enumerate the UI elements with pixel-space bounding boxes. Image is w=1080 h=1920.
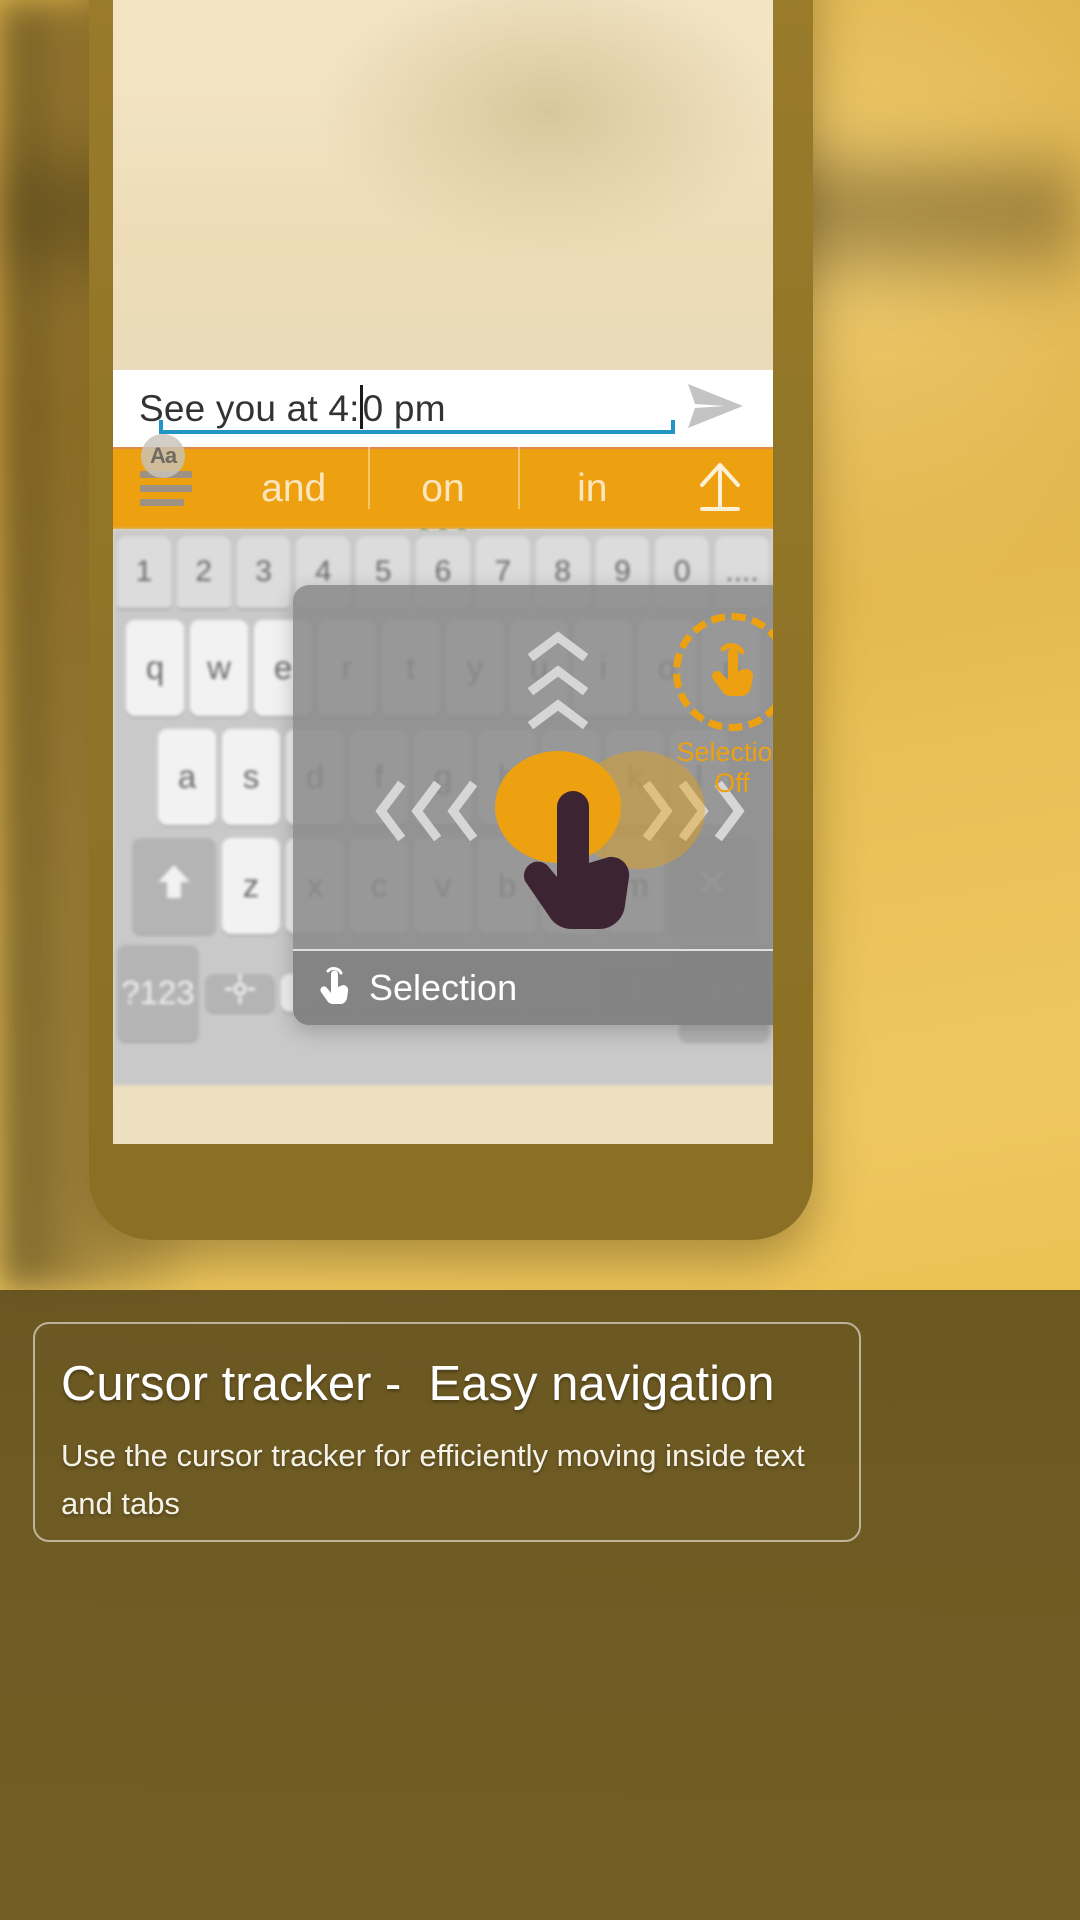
- tap-hand-icon: [703, 639, 761, 706]
- caption-title: Cursor tracker - Easy navigation: [61, 1357, 775, 1411]
- text-input-bar[interactable]: See you at 4: 0 pm: [113, 370, 773, 447]
- key-a[interactable]: a: [158, 729, 216, 825]
- text-caret: [359, 384, 363, 429]
- shift-key[interactable]: [132, 838, 216, 934]
- key-s[interactable]: s: [222, 729, 280, 825]
- chevron-left-icon: [375, 781, 406, 841]
- symbols-key[interactable]: ?123: [116, 945, 199, 1041]
- suggestion-item-2[interactable]: in: [517, 447, 667, 511]
- caption-card: Cursor tracker - Easy navigation Use the…: [33, 1322, 861, 1542]
- screenshot-root: See you at 4: 0 pm Aa and on in 1 2 3 4 …: [0, 0, 1080, 1920]
- cursor-left-chevrons[interactable]: [373, 781, 479, 841]
- key-q[interactable]: q: [126, 620, 184, 716]
- suggestion-item-0[interactable]: and: [219, 467, 368, 511]
- phone-screen: See you at 4: 0 pm Aa and on in 1 2 3 4 …: [113, 0, 773, 1144]
- tap-hand-icon: [317, 964, 351, 1013]
- send-button[interactable]: [681, 380, 751, 438]
- input-text-before-caret: See you at 4:: [139, 387, 360, 429]
- arrow-up-bar-icon: [694, 459, 746, 520]
- key-w[interactable]: w: [190, 620, 248, 716]
- selection-badge-circle: [673, 613, 773, 731]
- suggestion-label: in: [577, 467, 608, 510]
- send-paper-plane-icon: [685, 381, 747, 436]
- chevron-up-icon: [528, 699, 588, 729]
- cursor-tracker-footer-label: Selection: [369, 967, 518, 1008]
- suggestion-label: and: [261, 467, 327, 510]
- cursor-tracker-footer[interactable]: Selection: [293, 949, 773, 1025]
- key-3[interactable]: 3: [236, 536, 291, 608]
- settings-icon: [224, 973, 256, 1012]
- shift-up-icon: [156, 862, 192, 910]
- key-2[interactable]: 2: [176, 536, 231, 608]
- suggestion-label: on: [421, 467, 465, 510]
- cursor-tracker-overlay[interactable]: Selection Off: [293, 585, 773, 1025]
- expand-suggestions-button[interactable]: [667, 448, 773, 530]
- chevron-up-icon: [528, 665, 588, 695]
- keyboard-menu-button[interactable]: Aa: [113, 434, 219, 530]
- chevron-left-icon: [447, 781, 478, 841]
- suggestion-item-1[interactable]: on: [368, 447, 517, 539]
- cursor-up-chevrons[interactable]: [528, 631, 588, 729]
- caption-subtitle: Use the cursor tracker for efficiently m…: [61, 1438, 805, 1522]
- app-wallpaper: [113, 0, 773, 370]
- input-text-after-caret: 0 pm: [362, 387, 446, 429]
- chevron-left-icon: [411, 781, 442, 841]
- settings-key[interactable]: [204, 973, 276, 1012]
- finger-cursor-icon: [513, 789, 645, 944]
- chevron-up-icon: [528, 631, 588, 661]
- key-1[interactable]: 1: [117, 536, 171, 608]
- touch-indicator-group: [489, 745, 729, 935]
- key-z[interactable]: z: [222, 838, 280, 934]
- input-underline: [159, 419, 675, 434]
- aa-badge: Aa: [141, 434, 185, 478]
- suggestion-bar[interactable]: Aa and on in: [113, 434, 773, 539]
- text-input-field[interactable]: See you at 4: 0 pm: [139, 378, 675, 440]
